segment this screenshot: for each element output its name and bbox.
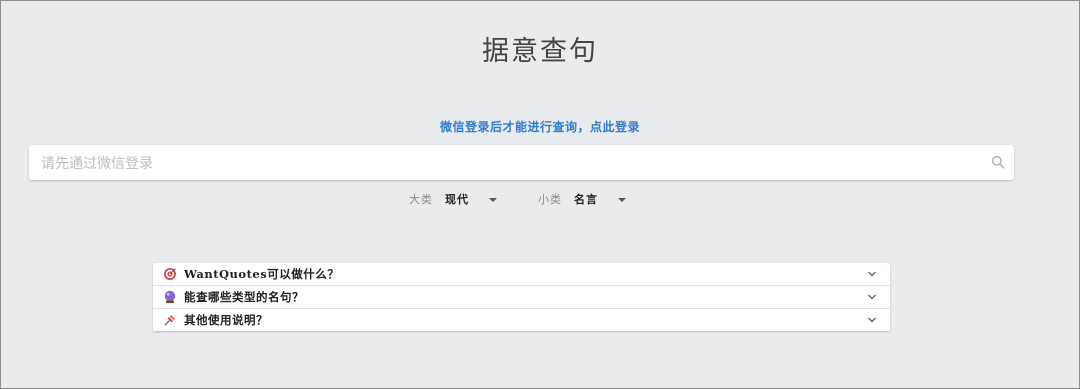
chevron-down-icon	[868, 294, 876, 300]
chevron-down-icon	[868, 317, 876, 323]
page-frame: 据意查句 微信登录后才能进行查询，点此登录 大类 现代 小类 名言	[0, 0, 1080, 389]
faq-question: 其他使用说明？	[184, 313, 268, 327]
category-value: 现代	[445, 193, 469, 206]
chevron-down-icon	[868, 271, 876, 277]
subcategory-label: 小类	[538, 193, 562, 206]
caret-down-icon	[489, 198, 497, 202]
faq-item-quote-types[interactable]: 能查哪些类型的名句？	[153, 286, 890, 309]
search-box	[29, 145, 1014, 182]
search-icon[interactable]	[991, 155, 1005, 169]
wechat-login-link[interactable]: 微信登录后才能进行查询，点此登录	[1, 118, 1079, 135]
category-label: 大类	[409, 193, 433, 206]
faq-item-what-can-it-do[interactable]: WantQuotes可以做什么？	[153, 263, 890, 286]
target-icon	[164, 268, 176, 280]
subcategory-select[interactable]: 小类 名言	[538, 191, 626, 207]
faq-question: WantQuotes可以做什么？	[184, 267, 340, 281]
filter-bar: 大类 现代 小类 名言	[1, 191, 1079, 211]
crystal-ball-icon	[164, 290, 176, 304]
category-select[interactable]: 大类 现代	[409, 191, 497, 207]
faq-question: 能查哪些类型的名句？	[184, 290, 304, 304]
pushpin-icon	[164, 315, 175, 326]
subcategory-value: 名言	[574, 193, 598, 206]
search-input[interactable]	[39, 145, 983, 182]
caret-down-icon	[618, 198, 626, 202]
faq-item-other-usage[interactable]: 其他使用说明？	[153, 309, 890, 331]
page-title: 据意查句	[482, 36, 598, 67]
faq-accordion: WantQuotes可以做什么？ 能查哪些类型的名句？ 其他使用说明？	[153, 263, 890, 331]
